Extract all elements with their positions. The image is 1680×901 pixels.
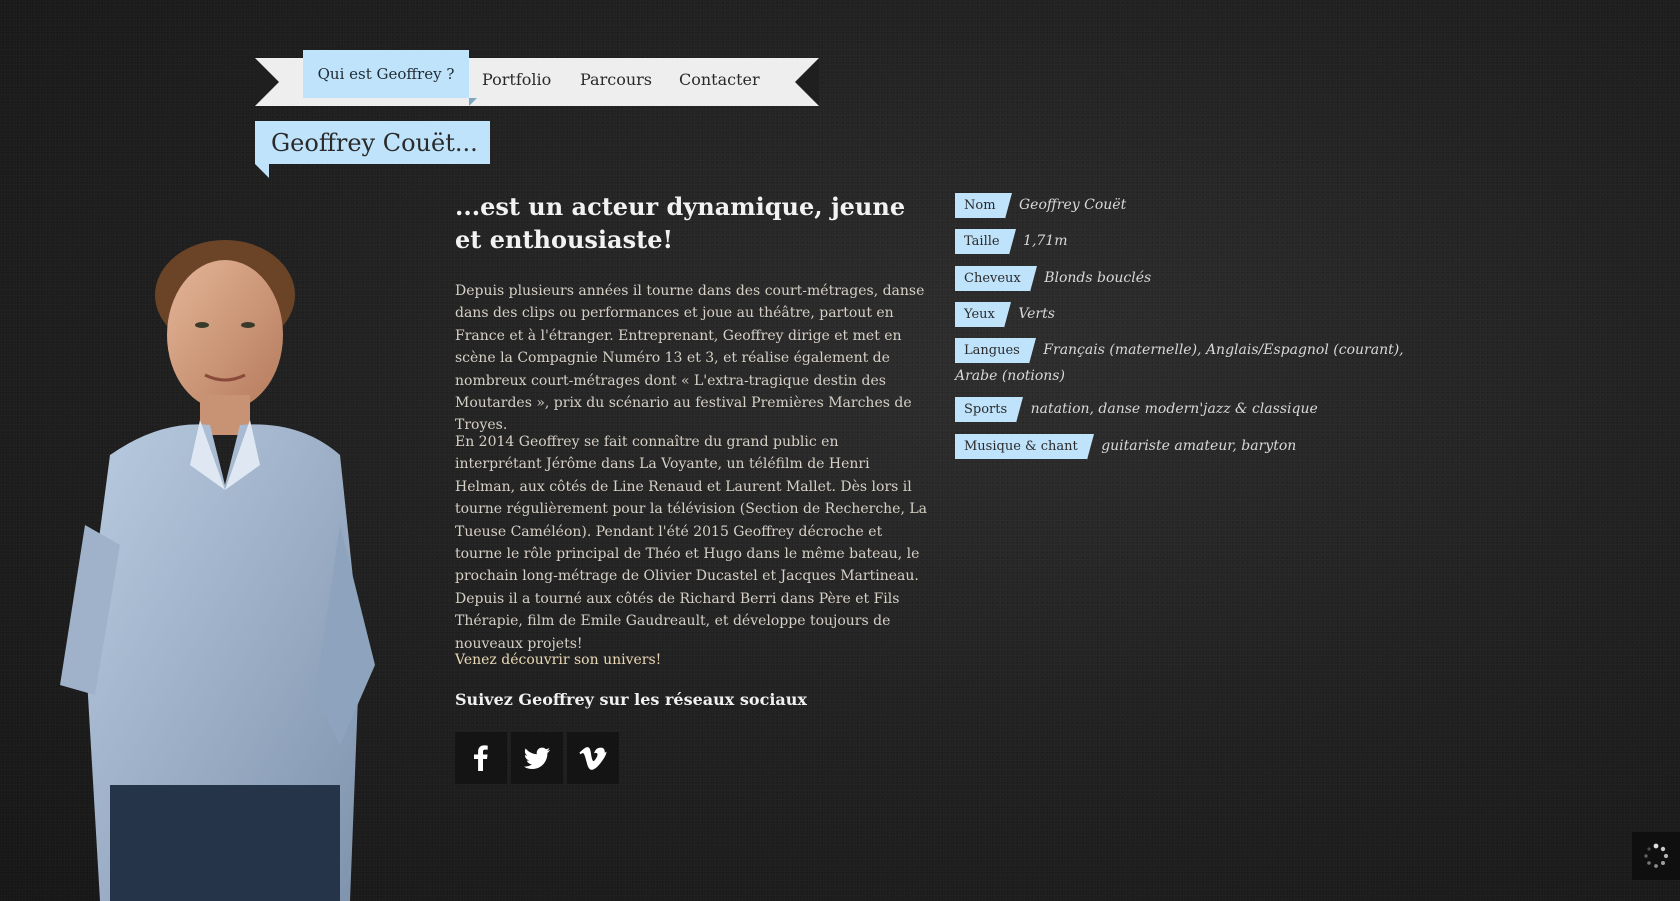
loading-spinner bbox=[1632, 832, 1680, 880]
info-label: Langues bbox=[955, 338, 1036, 364]
vimeo-icon bbox=[579, 747, 607, 770]
info-value: Blonds bouclés bbox=[1044, 270, 1152, 286]
portrait-photo bbox=[60, 240, 375, 901]
page-title: Geoffrey Couët... bbox=[255, 121, 490, 178]
info-value: 1,71m bbox=[1023, 233, 1068, 249]
info-label: Cheveux bbox=[955, 266, 1037, 292]
info-row-nom: Nom Geoffrey Couët bbox=[955, 192, 1425, 219]
info-value: Verts bbox=[1018, 306, 1055, 322]
nav-item-contacter[interactable]: Contacter bbox=[679, 70, 760, 89]
twitter-button[interactable] bbox=[511, 732, 563, 784]
facebook-icon bbox=[474, 745, 488, 771]
info-value: guitariste amateur, baryton bbox=[1101, 438, 1297, 454]
info-label: Nom bbox=[955, 193, 1012, 219]
nav-item-qui-est-geoffrey[interactable]: Qui est Geoffrey ? bbox=[303, 50, 477, 106]
info-row-musique: Musique & chant guitariste amateur, bary… bbox=[955, 433, 1425, 460]
social-heading: Suivez Geoffrey sur les réseaux sociaux bbox=[455, 690, 807, 709]
info-value: natation, danse modern'jazz & classique bbox=[1030, 401, 1318, 417]
headline: ...est un acteur dynamique, jeune et ent… bbox=[455, 192, 906, 254]
twitter-icon bbox=[523, 747, 550, 769]
bio-paragraph-3: Venez découvrir son univers! bbox=[455, 652, 662, 668]
spinner-icon bbox=[1644, 843, 1669, 868]
info-row-langues: Langues Français (maternelle), Anglais/E… bbox=[955, 337, 1425, 389]
info-label: Musique & chant bbox=[955, 434, 1094, 460]
vimeo-button[interactable] bbox=[567, 732, 619, 784]
info-value: Geoffrey Couët bbox=[1018, 197, 1127, 213]
info-label: Yeux bbox=[955, 302, 1011, 328]
info-row-sports: Sports natation, danse modern'jazz & cla… bbox=[955, 396, 1425, 423]
nav-item-parcours[interactable]: Parcours bbox=[580, 70, 652, 89]
info-row-cheveux: Cheveux Blonds bouclés bbox=[955, 265, 1425, 292]
nav-item-portfolio[interactable]: Portfolio bbox=[482, 70, 551, 89]
info-row-taille: Taille 1,71m bbox=[955, 228, 1425, 255]
info-label: Sports bbox=[955, 397, 1024, 423]
bio-paragraph-1: Depuis plusieurs années il tourne dans d… bbox=[455, 283, 925, 434]
bio-paragraph-2: En 2014 Geoffrey se fait connaître du gr… bbox=[455, 434, 928, 652]
info-row-yeux: Yeux Verts bbox=[955, 301, 1425, 328]
facebook-button[interactable] bbox=[455, 732, 507, 784]
info-label: Taille bbox=[955, 229, 1016, 255]
